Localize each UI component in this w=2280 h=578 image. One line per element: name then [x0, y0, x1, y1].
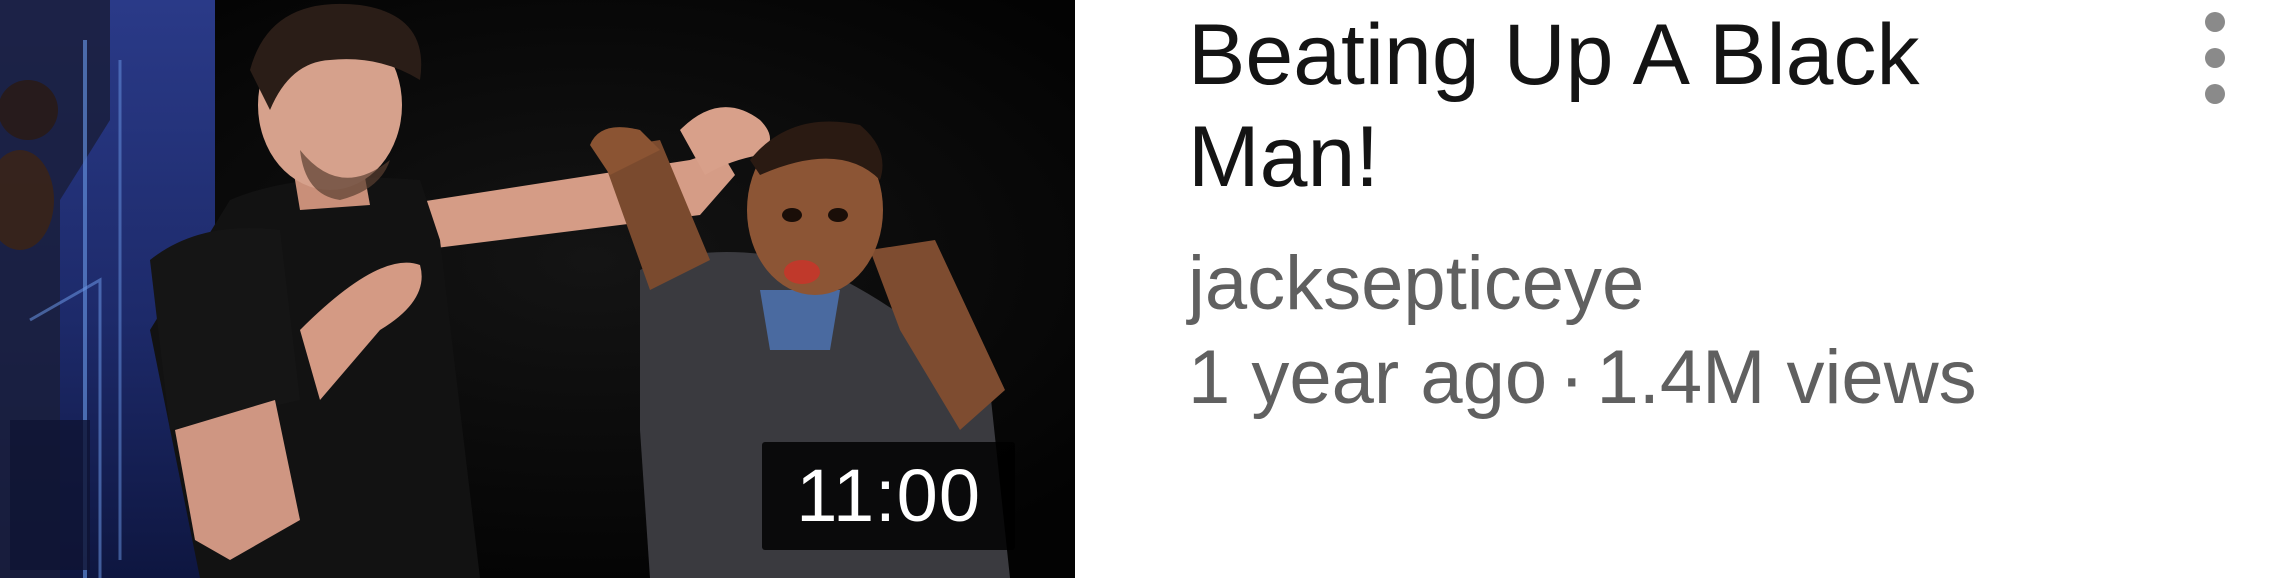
menu-dot: [2205, 84, 2225, 104]
video-stats: 1 year ago · 1.4M views: [1188, 330, 1977, 426]
channel-name[interactable]: jacksepticeye: [1188, 236, 1644, 332]
upload-age: 1 year ago: [1188, 335, 1548, 420]
menu-dot: [2205, 48, 2225, 68]
menu-dot: [2205, 12, 2225, 32]
more-vert-icon[interactable]: [2180, 0, 2250, 120]
video-list-item[interactable]: 11:00 Beating Up A Black Man! jackseptic…: [0, 0, 2280, 578]
video-details: Beating Up A Black Man! jacksepticeye 1 …: [1188, 0, 2088, 578]
view-count: 1.4M views: [1596, 335, 1977, 420]
video-thumbnail[interactable]: 11:00: [0, 0, 1075, 578]
stats-separator: ·: [1559, 335, 1585, 420]
duration-badge: 11:00: [762, 442, 1015, 550]
video-title[interactable]: Beating Up A Black Man!: [1188, 4, 2048, 208]
